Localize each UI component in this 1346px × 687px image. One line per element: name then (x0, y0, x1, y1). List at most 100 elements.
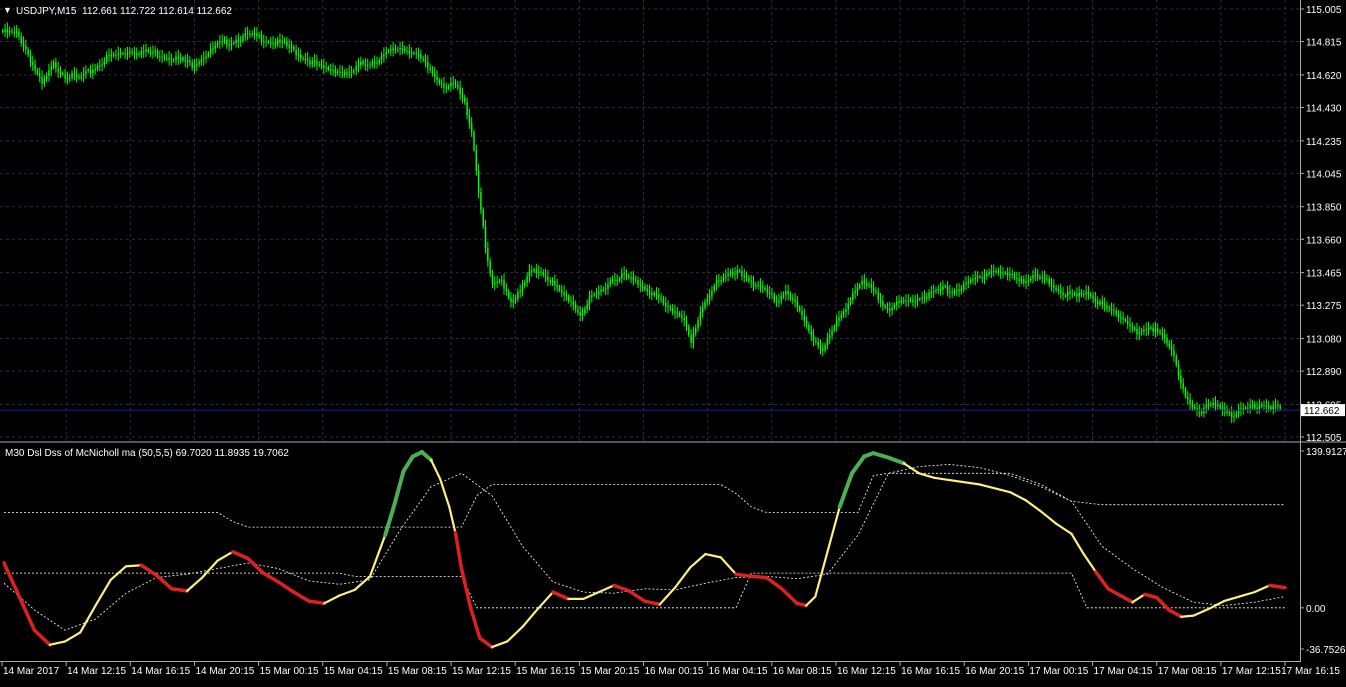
candle-body (902, 300, 905, 302)
candle-body (417, 54, 420, 56)
candle-body (135, 53, 138, 55)
candle-body (1131, 326, 1134, 329)
candle-body (466, 102, 468, 116)
candle-body (18, 31, 20, 37)
candle-body (380, 56, 383, 61)
time-axis-label: 17 Mar 00:15 (1029, 666, 1088, 677)
candle-body (230, 42, 233, 46)
candle-body (561, 289, 563, 293)
indicator-scale-label: 139.9127 (1306, 447, 1346, 458)
candle-body (452, 82, 454, 84)
candle-body (655, 292, 658, 295)
candle-body (32, 62, 34, 65)
candle-body (498, 281, 501, 283)
candle-body (706, 298, 709, 302)
candle-body (969, 279, 972, 282)
candle-body (410, 53, 413, 55)
candle-body (1120, 317, 1122, 319)
candle-body (1226, 409, 1228, 413)
candle-body (413, 53, 415, 55)
chart-svg[interactable]: 115.005 114.815 114.620 114.430 114.235 114.0… (0, 0, 1346, 682)
candle-body (82, 73, 85, 77)
candle-body (1032, 274, 1034, 279)
candle-body (803, 315, 806, 321)
candle-body (20, 36, 22, 43)
candle-body (542, 272, 545, 275)
candle-body (678, 313, 681, 316)
candle-body (92, 70, 94, 74)
indicator-segment-neutral (124, 564, 143, 568)
candle-body (1011, 274, 1013, 276)
candle-body (1235, 413, 1238, 417)
candle-body (826, 337, 829, 345)
candle-body (390, 50, 392, 52)
candle-body (644, 286, 646, 290)
main-price-tick-label: 114.235 (1306, 137, 1342, 148)
candle-body (1274, 405, 1277, 407)
candle-body (1233, 416, 1235, 418)
candle-body (369, 64, 371, 66)
candle-body (1247, 407, 1249, 409)
candle-body (630, 277, 632, 279)
candle-body (475, 150, 478, 171)
candle-body (981, 277, 983, 279)
candle-body (801, 311, 803, 316)
candle-body (1050, 284, 1053, 286)
main-price-tick-label: 113.660 (1306, 235, 1342, 246)
candle-body (544, 274, 547, 277)
candle-body (202, 58, 205, 60)
candle-body (1002, 272, 1004, 274)
candle-body (704, 301, 706, 308)
candle-body (1076, 293, 1078, 297)
candle-body (1057, 289, 1060, 291)
candle-body (752, 282, 755, 286)
candle-body (1122, 317, 1124, 320)
candle-body (427, 61, 429, 68)
candle-body (233, 42, 235, 44)
candle-body (1133, 328, 1136, 330)
candle-body (1205, 404, 1208, 408)
time-axis-label: 17 Mar 04:15 (1094, 666, 1153, 677)
candle-body (865, 282, 868, 286)
candle-body (332, 69, 334, 71)
candle-body (1006, 272, 1009, 276)
candle-body (108, 55, 110, 57)
main-price-scale: 115.005 114.815 114.620 114.430 114.235 114.0… (1300, 5, 1342, 444)
candle-body (1004, 272, 1007, 274)
candle-body (761, 286, 764, 288)
candle-body (1258, 405, 1261, 409)
candle-body (766, 289, 769, 293)
candle-body (521, 285, 524, 291)
candle-body (1092, 296, 1094, 299)
candle-body (36, 70, 39, 74)
candle-body (852, 292, 854, 300)
main-price-tick-label: 113.850 (1306, 203, 1342, 214)
time-axis-label: 15 Mar 08:15 (388, 666, 447, 677)
candle-body (962, 284, 965, 290)
candle-body (574, 304, 577, 310)
candle-body (112, 54, 115, 56)
candle-body (967, 281, 970, 283)
symbol-menu-icon[interactable]: ▼ (3, 5, 12, 15)
candle-body (1263, 404, 1265, 406)
candle-body (297, 54, 300, 56)
candle-body (863, 280, 866, 283)
candle-body (556, 284, 558, 288)
candle-body (1237, 408, 1240, 414)
candle-body (632, 277, 635, 280)
candle-body (1230, 412, 1233, 418)
candle-body (926, 296, 928, 299)
candle-body (124, 53, 126, 55)
candle-body (258, 35, 260, 37)
main-price-tick-label: 114.620 (1306, 71, 1342, 82)
candle-body (29, 54, 32, 63)
candle-body (447, 86, 450, 89)
candle-body (614, 279, 616, 281)
candle-body (845, 309, 847, 312)
candle-body (170, 59, 173, 61)
candle-body (276, 39, 279, 45)
candle-body (748, 277, 750, 282)
candle-body (299, 54, 302, 59)
candle-body (73, 73, 76, 75)
candle-body (928, 292, 930, 299)
